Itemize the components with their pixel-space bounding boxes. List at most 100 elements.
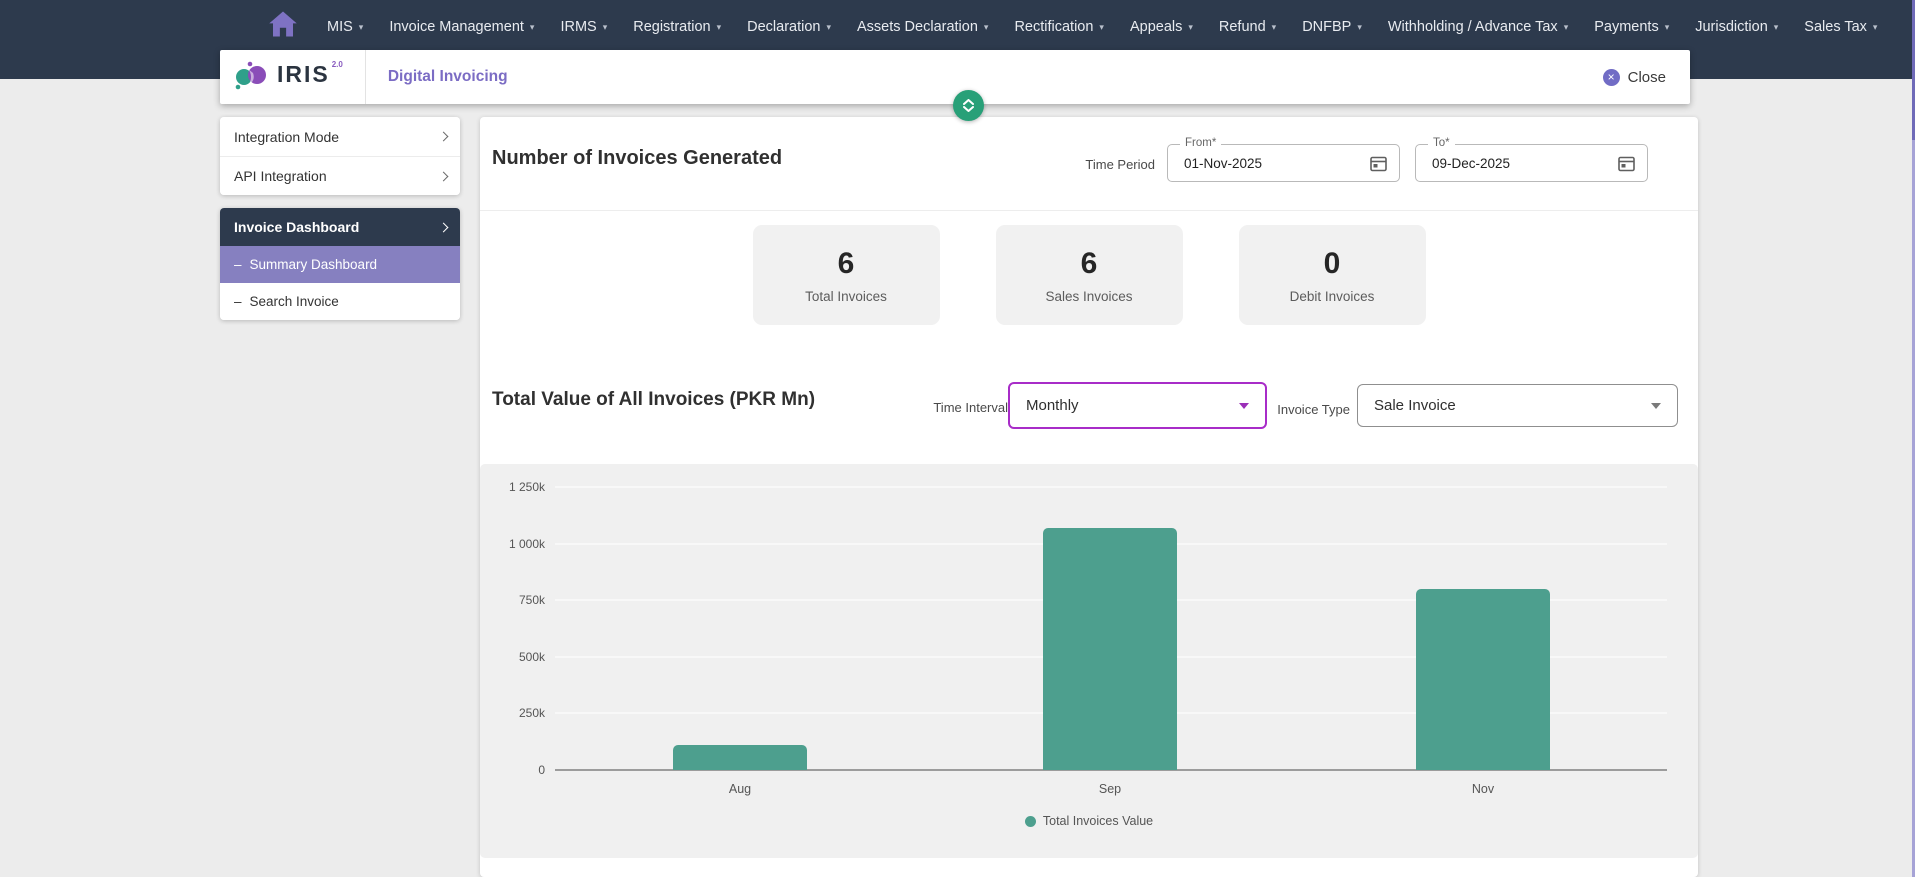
legend-label: Total Invoices Value — [1043, 814, 1153, 828]
sidebar-item-integration-mode[interactable]: Integration Mode — [220, 117, 460, 156]
nav-menu-item[interactable]: MIS ▾ — [314, 19, 376, 35]
dropdown-caret-icon — [1651, 403, 1661, 409]
bar-aug — [673, 745, 807, 770]
date-from-field[interactable]: From* 01-Nov-2025 — [1167, 144, 1400, 182]
home-button[interactable] — [266, 10, 300, 44]
home-icon — [268, 10, 298, 43]
chevron-right-icon — [439, 132, 449, 142]
chevron-down-icon: ▾ — [717, 21, 722, 32]
time-interval-select[interactable]: Monthly — [1008, 382, 1267, 429]
x-axis-tick-label: Aug — [695, 782, 785, 796]
nav-menu-item[interactable]: Sales Tax ▾ — [1791, 19, 1890, 35]
page-title: Number of Invoices Generated — [492, 147, 782, 170]
time-interval-label: Time Interval — [908, 400, 1008, 415]
stat-label: Total Invoices — [805, 289, 887, 304]
invoices-value-chart: 0250k500k750k1 000k1 250kAugSepNov Total… — [480, 464, 1698, 858]
bar-nov — [1416, 589, 1550, 770]
sidebar-item-invoice-dashboard[interactable]: Invoice Dashboard — [220, 208, 460, 246]
chevron-down-icon: ▾ — [1357, 21, 1362, 32]
close-label: Close — [1628, 69, 1666, 86]
header-divider — [480, 210, 1698, 211]
dash-bullet: – — [234, 294, 242, 309]
iris-logo-mark-icon — [234, 60, 270, 95]
chevron-down-icon: ▾ — [826, 21, 831, 32]
nav-menu-item[interactable]: Jurisdiction ▾ — [1682, 19, 1791, 35]
stat-value: 6 — [1081, 247, 1098, 281]
nav-menu-item[interactable]: IRMS ▾ — [547, 19, 620, 35]
nav-menu-item[interactable]: Declaration ▾ — [734, 19, 844, 35]
stat-card: 0 Debit Invoices — [1239, 225, 1426, 325]
nav-menu-item[interactable]: Withholding / Advance Tax ▾ — [1375, 19, 1581, 35]
nav-menu-item[interactable]: DNFBP ▾ — [1289, 19, 1375, 35]
chevron-down-icon: ▾ — [1272, 21, 1277, 32]
chevron-down-icon: ▾ — [984, 21, 989, 32]
dropdown-caret-icon — [1239, 403, 1249, 409]
sidebar-item-summary-dashboard[interactable]: –Summary Dashboard — [220, 246, 460, 283]
chevron-down-icon: ▾ — [1099, 21, 1104, 32]
sidebar-item-api-integration[interactable]: API Integration — [220, 156, 460, 195]
stat-value: 6 — [838, 247, 855, 281]
date-from-floating-label: From* — [1180, 137, 1221, 149]
legend-dot-icon — [1025, 816, 1036, 827]
y-axis-tick-label: 0 — [480, 763, 545, 777]
chevron-down-icon: ▾ — [1665, 21, 1670, 32]
brand-name: IRIS — [277, 60, 330, 86]
nav-menu-item[interactable]: Payments ▾ — [1581, 19, 1682, 35]
chevron-down-icon: ▾ — [603, 21, 608, 32]
chevron-down-icon: ▾ — [1873, 21, 1878, 32]
invoice-type-select[interactable]: Sale Invoice — [1357, 384, 1678, 427]
invoice-type-label: Invoice Type — [1270, 402, 1350, 417]
chevron-right-icon — [439, 171, 449, 181]
x-axis-tick-label: Sep — [1065, 782, 1155, 796]
date-to-floating-label: To* — [1428, 137, 1455, 149]
stat-card: 6 Total Invoices — [753, 225, 940, 325]
expand-collapse-toggle-button[interactable] — [953, 90, 984, 121]
nav-menu-item[interactable]: Appeals ▾ — [1117, 19, 1206, 35]
app-title: Digital Invoicing — [366, 68, 508, 86]
date-to-field[interactable]: To* 09-Dec-2025 — [1415, 144, 1648, 182]
main-menu: MIS ▾ Invoice Management ▾ IRMS ▾ R — [314, 19, 1890, 35]
calendar-icon[interactable] — [1370, 155, 1387, 172]
chevron-down-icon: ▾ — [530, 21, 535, 32]
digital-invoicing-screen: MIS ▾ Invoice Management ▾ IRMS ▾ R — [0, 0, 1915, 877]
y-axis-tick-label: 750k — [480, 593, 545, 607]
y-axis-tick-label: 1 250k — [480, 480, 545, 494]
sidebar-item-search-invoice[interactable]: –Search Invoice — [220, 283, 460, 320]
calendar-icon[interactable] — [1618, 155, 1635, 172]
time-period-label: Time Period — [1055, 157, 1155, 172]
date-to-value: 09-Dec-2025 — [1432, 156, 1510, 171]
gridline — [555, 486, 1667, 488]
close-icon: × — [1603, 69, 1620, 86]
iris-logo[interactable]: IRIS 2.0 — [220, 60, 365, 95]
chevron-down-icon: ▾ — [1774, 21, 1779, 32]
chevron-down-icon — [963, 106, 974, 112]
nav-menu-item[interactable]: Rectification ▾ — [1001, 19, 1117, 35]
chevron-down-icon: ▾ — [1188, 21, 1193, 32]
chart-legend[interactable]: Total Invoices Value — [480, 814, 1698, 828]
stat-card: 6 Sales Invoices — [996, 225, 1183, 325]
chevron-down-icon: ▾ — [1564, 21, 1569, 32]
stat-label: Sales Invoices — [1045, 289, 1132, 304]
nav-menu-item[interactable]: Registration ▾ — [620, 19, 734, 35]
stat-value: 0 — [1324, 247, 1341, 281]
time-interval-value: Monthly — [1026, 397, 1079, 414]
stat-label: Debit Invoices — [1290, 289, 1375, 304]
chart-plot: 0250k500k750k1 000k1 250kAugSepNov — [480, 464, 1698, 858]
x-axis-tick-label: Nov — [1438, 782, 1528, 796]
section-title: Total Value of All Invoices (PKR Mn) — [492, 389, 815, 411]
chevron-up-icon — [963, 99, 974, 105]
bar-sep — [1043, 528, 1177, 770]
brand-version: 2.0 — [332, 60, 343, 69]
sidebar-group-invoice-dashboard: Invoice Dashboard –Summary Dashboard –Se… — [220, 208, 460, 320]
nav-menu-item[interactable]: Invoice Management ▾ — [376, 19, 547, 35]
invoice-type-value: Sale Invoice — [1374, 397, 1456, 414]
chevron-right-icon — [439, 222, 449, 232]
y-axis-tick-label: 250k — [480, 706, 545, 720]
nav-menu-item[interactable]: Assets Declaration ▾ — [844, 19, 1001, 35]
y-axis-tick-label: 500k — [480, 650, 545, 664]
close-button[interactable]: × Close — [1603, 69, 1690, 86]
dash-bullet: – — [234, 257, 242, 272]
chevron-down-icon: ▾ — [359, 21, 364, 32]
dashboard-panel: Number of Invoices Generated Time Period… — [480, 117, 1698, 877]
nav-menu-item[interactable]: Refund ▾ — [1206, 19, 1289, 35]
